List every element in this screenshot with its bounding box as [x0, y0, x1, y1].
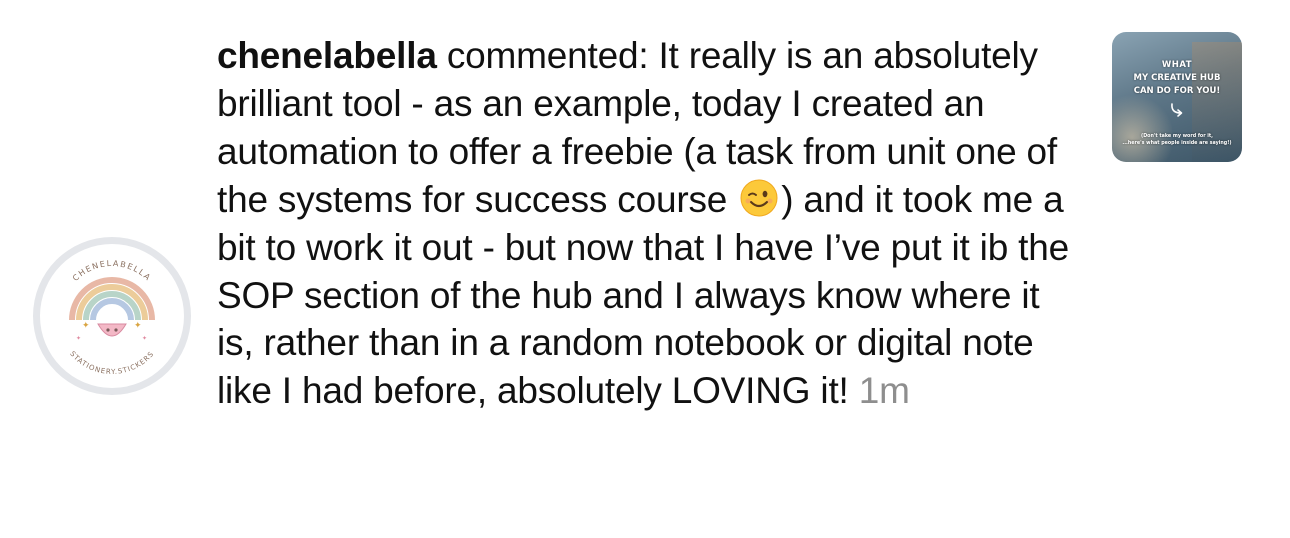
post-thumbnail[interactable]: WHAT MY CREATIVE HUB CAN DO FOR YOU! (Do… — [1112, 32, 1242, 162]
thumbnail-subtext-line-1: (Don't take my word for it, — [1141, 134, 1213, 139]
user-avatar[interactable]: ✦ ✦ ✦ ✦ CHENELABELLA STATIONERY.STICKERS — [33, 237, 191, 395]
avatar-ring-text-bottom: STATIONERY.STICKERS — [68, 350, 155, 376]
svg-text:✦: ✦ — [76, 335, 81, 342]
thumbnail-title-line-1: WHAT — [1161, 60, 1193, 70]
curved-arrow-icon — [1171, 103, 1183, 117]
svg-text:✦: ✦ — [142, 335, 147, 342]
thumbnail-background-glow — [1112, 92, 1172, 162]
svg-text:✦: ✦ — [134, 321, 142, 331]
avatar-logo: ✦ ✦ ✦ ✦ CHENELABELLA STATIONERY.STICKERS — [40, 244, 184, 388]
username-link[interactable]: chenelabella — [217, 35, 437, 76]
thumbnail-subtext-line-2: ...here's what people inside are saying!… — [1122, 141, 1232, 146]
winking-face-icon — [740, 179, 778, 217]
comment-notification[interactable]: ✦ ✦ ✦ ✦ CHENELABELLA STATIONERY.STICKERS… — [0, 0, 1290, 538]
svg-text:✦: ✦ — [82, 321, 90, 331]
thumbnail-title-line-2: MY CREATIVE HUB — [1133, 73, 1221, 83]
thumbnail-title-line-3: CAN DO FOR YOU! — [1133, 86, 1221, 96]
comment-text[interactable]: chenelabella commented: It really is an … — [217, 32, 1082, 415]
timestamp: 1m — [858, 370, 910, 412]
